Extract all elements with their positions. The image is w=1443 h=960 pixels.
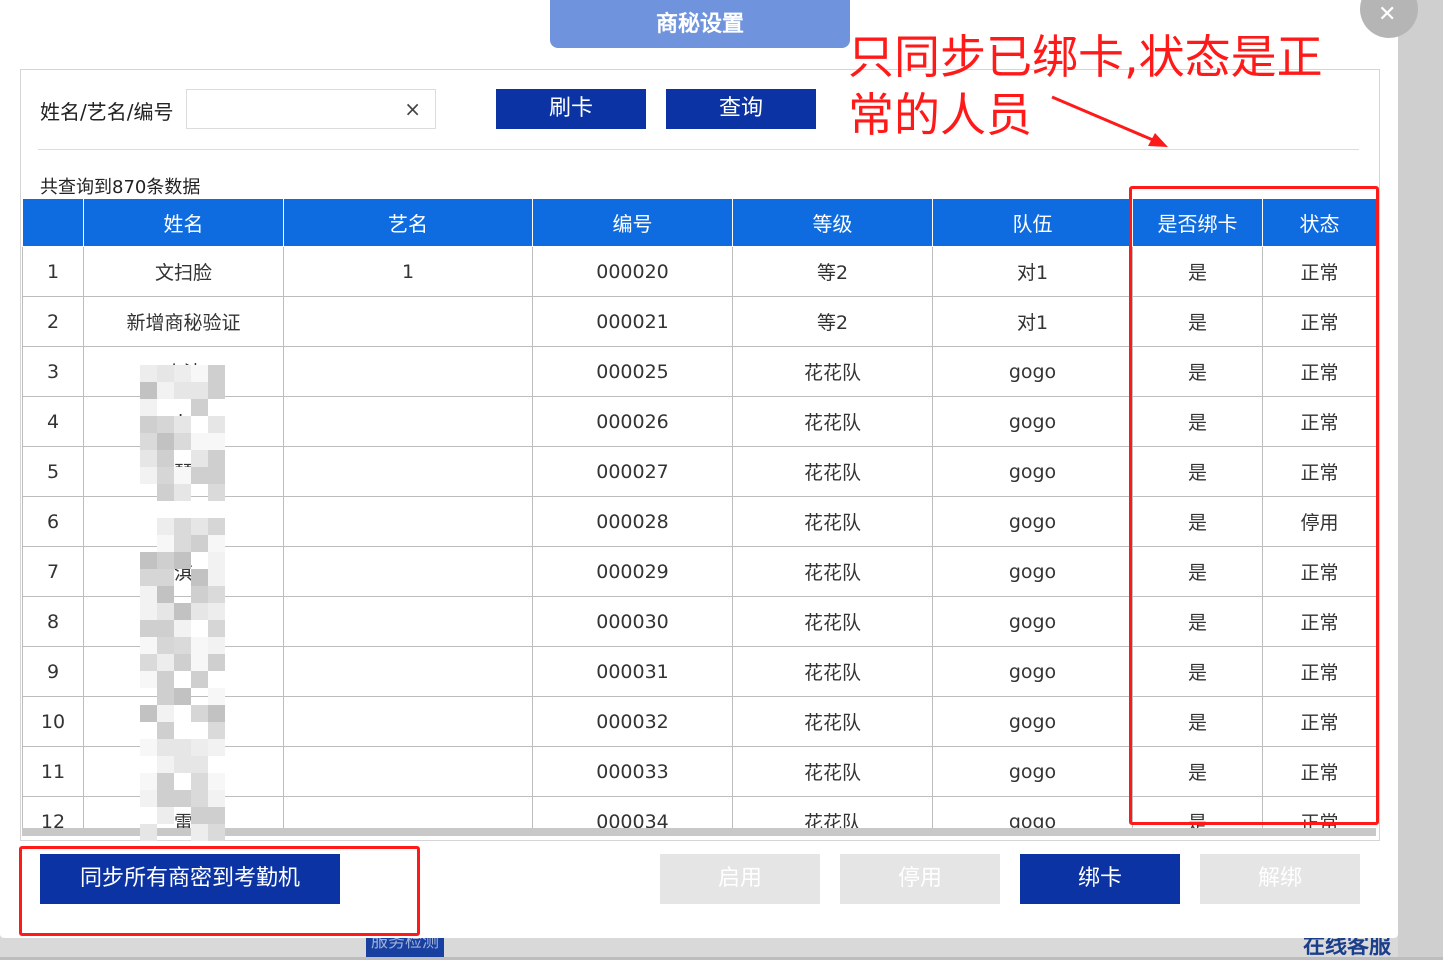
annotation-arrow [1051,95,1168,147]
